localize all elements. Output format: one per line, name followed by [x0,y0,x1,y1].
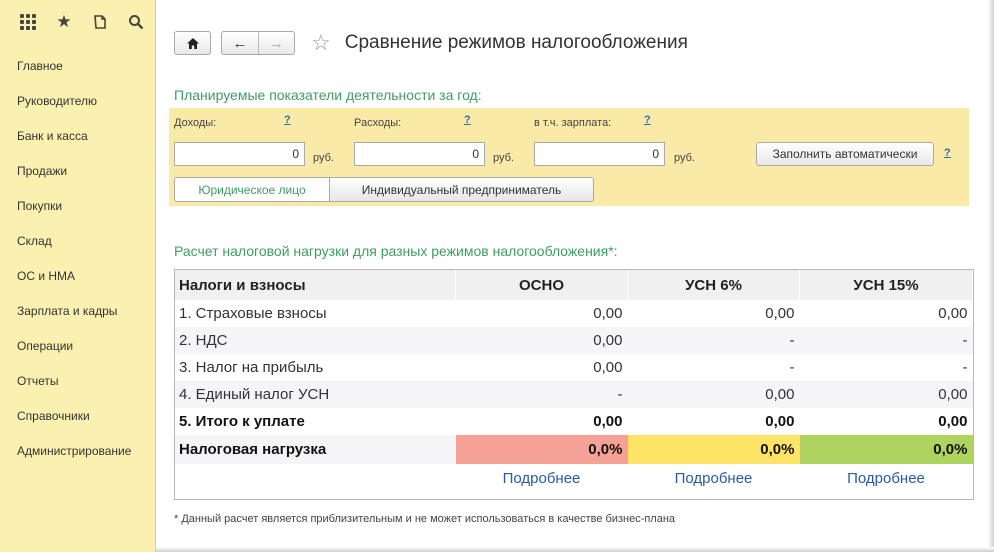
footnote: * Данный расчет является приблизительным… [174,513,676,525]
expenses-unit: руб. [493,152,514,164]
sidebar-item-reports[interactable]: Отчеты [0,364,155,399]
sidebar-item-bank[interactable]: Банк и касса [0,119,155,154]
cell-osno: 0,00 [455,327,628,354]
back-button[interactable]: ← [222,32,258,54]
sidebar-item-purchases[interactable]: Покупки [0,189,155,224]
planned-indicators-panel: Доходы: ? Расходы: ? в т.ч. зарплата: ? … [169,108,969,206]
income-input[interactable] [174,142,305,166]
forward-button[interactable]: → [258,32,294,54]
tax-comparison-table: Налоги и взносы ОСНО УСН 6% УСН 15% 1. С… [174,269,974,500]
sidebar-nav: Главное Руководителю Банк и касса Продаж… [0,44,155,469]
total-label: 5. Итого к уплате [179,413,305,430]
window-shadow-bottom [156,547,994,552]
sidebar-item-main[interactable]: Главное [0,49,155,84]
total-row: 5. Итого к уплате 0,00 0,00 0,00 [175,408,973,435]
income-label: Доходы: [174,117,217,129]
cell-usn15: 0,00 [799,381,973,408]
details-link-usn6[interactable]: Подробнее [675,470,753,487]
cell-usn6: - [789,359,795,376]
row-label: 1. Страховые взносы [179,305,327,322]
table-row: 3. Налог на прибыль 0,00 - - [175,354,973,381]
expenses-help-link[interactable]: ? [464,114,471,126]
apps-grid-icon[interactable] [10,7,46,37]
income-help-link[interactable]: ? [284,114,291,126]
table-header-row: Налоги и взносы ОСНО УСН 6% УСН 15% [175,270,973,300]
cell-usn15: - [962,359,968,376]
col-header-usn15: УСН 15% [799,270,973,300]
sidebar: ★ Главное Руководителю Банк и касса Прод… [0,0,156,552]
entity-option-legal[interactable]: Юридическое лицо [174,177,330,202]
details-links-row: Подробнее Подробнее Подробнее [175,464,973,493]
cell-osno: - [455,381,628,408]
expenses-label: Расходы: [354,117,402,129]
window-shadow-right [988,0,994,552]
search-icon[interactable] [118,7,154,37]
burden-usn15: 0,0% [799,435,973,464]
calc-section-title: Расчет налоговой нагрузки для разных реж… [174,243,618,259]
cell-usn6: 0,00 [765,305,795,322]
row-label: 2. НДС [175,327,456,354]
cell-usn15: 0,00 [938,305,968,322]
salary-help-link[interactable]: ? [644,114,651,126]
total-osno: 0,00 [593,413,623,430]
sidebar-item-operations[interactable]: Операции [0,329,155,364]
empty-cell [175,464,456,493]
salary-label: в т.ч. зарплата: [534,117,612,129]
app-window: ★ Главное Руководителю Банк и касса Прод… [0,0,994,552]
favorite-star-icon[interactable]: ☆ [311,31,331,55]
total-usn6: 0,00 [765,413,795,430]
sidebar-item-manager[interactable]: Руководителю [0,84,155,119]
history-icon[interactable] [82,7,118,37]
arrow-left-icon: ← [232,34,248,52]
sidebar-toolbar: ★ [0,0,155,44]
row-label: 4. Единый налог УСН [175,381,456,408]
page-title: Сравнение режимов налогообложения [344,32,688,53]
row-label: 3. Налог на прибыль [179,359,324,376]
table-row: 1. Страховые взносы 0,00 0,00 0,00 [175,300,973,327]
arrow-right-icon: → [269,34,284,52]
details-link-usn15[interactable]: Подробнее [847,470,925,487]
sidebar-item-admin[interactable]: Администрирование [0,434,155,469]
cell-osno: 0,00 [593,359,623,376]
page-header: ← → ☆ Сравнение режимов налогообложения [174,30,688,56]
cell-osno: 0,00 [593,305,623,322]
planned-section-title: Планируемые показатели деятельности за г… [174,87,482,103]
burden-usn6: 0,0% [627,435,800,464]
col-header-taxes: Налоги и взносы [175,270,456,300]
fill-help-link[interactable]: ? [944,147,951,159]
cell-usn15: - [799,327,973,354]
cell-usn6: - [627,327,800,354]
burden-label: Налоговая нагрузка [175,435,456,464]
star-icon[interactable]: ★ [46,7,82,37]
salary-unit: руб. [674,152,695,164]
main-content: ← → ☆ Сравнение режимов налогообложения … [157,0,994,552]
income-unit: руб. [313,152,334,164]
salary-input[interactable] [534,142,665,166]
expenses-input[interactable] [354,142,485,166]
entity-option-individual[interactable]: Индивидуальный предприниматель [330,177,594,202]
sidebar-item-directories[interactable]: Справочники [0,399,155,434]
sidebar-item-salary[interactable]: Зарплата и кадры [0,294,155,329]
history-nav: ← → [221,31,295,55]
fill-automatically-button[interactable]: Заполнить автоматически [756,142,934,166]
sidebar-item-warehouse[interactable]: Склад [0,224,155,259]
details-link-osno[interactable]: Подробнее [503,470,581,487]
sidebar-item-assets[interactable]: ОС и НМА [0,259,155,294]
table-row: 2. НДС 0,00 - - [175,327,973,354]
table-row: 4. Единый налог УСН - 0,00 0,00 [175,381,973,408]
burden-osno: 0,0% [455,435,628,464]
cell-usn6: 0,00 [627,381,800,408]
col-header-osno: ОСНО [455,270,628,300]
col-header-usn6: УСН 6% [627,270,800,300]
tax-burden-row: Налоговая нагрузка 0,0% 0,0% 0,0% [175,435,973,464]
home-button[interactable] [174,31,211,55]
total-usn15: 0,00 [938,413,968,430]
home-icon [186,37,199,49]
entity-type-toggle: Юридическое лицо Индивидуальный предприн… [174,177,594,202]
sidebar-item-sales[interactable]: Продажи [0,154,155,189]
